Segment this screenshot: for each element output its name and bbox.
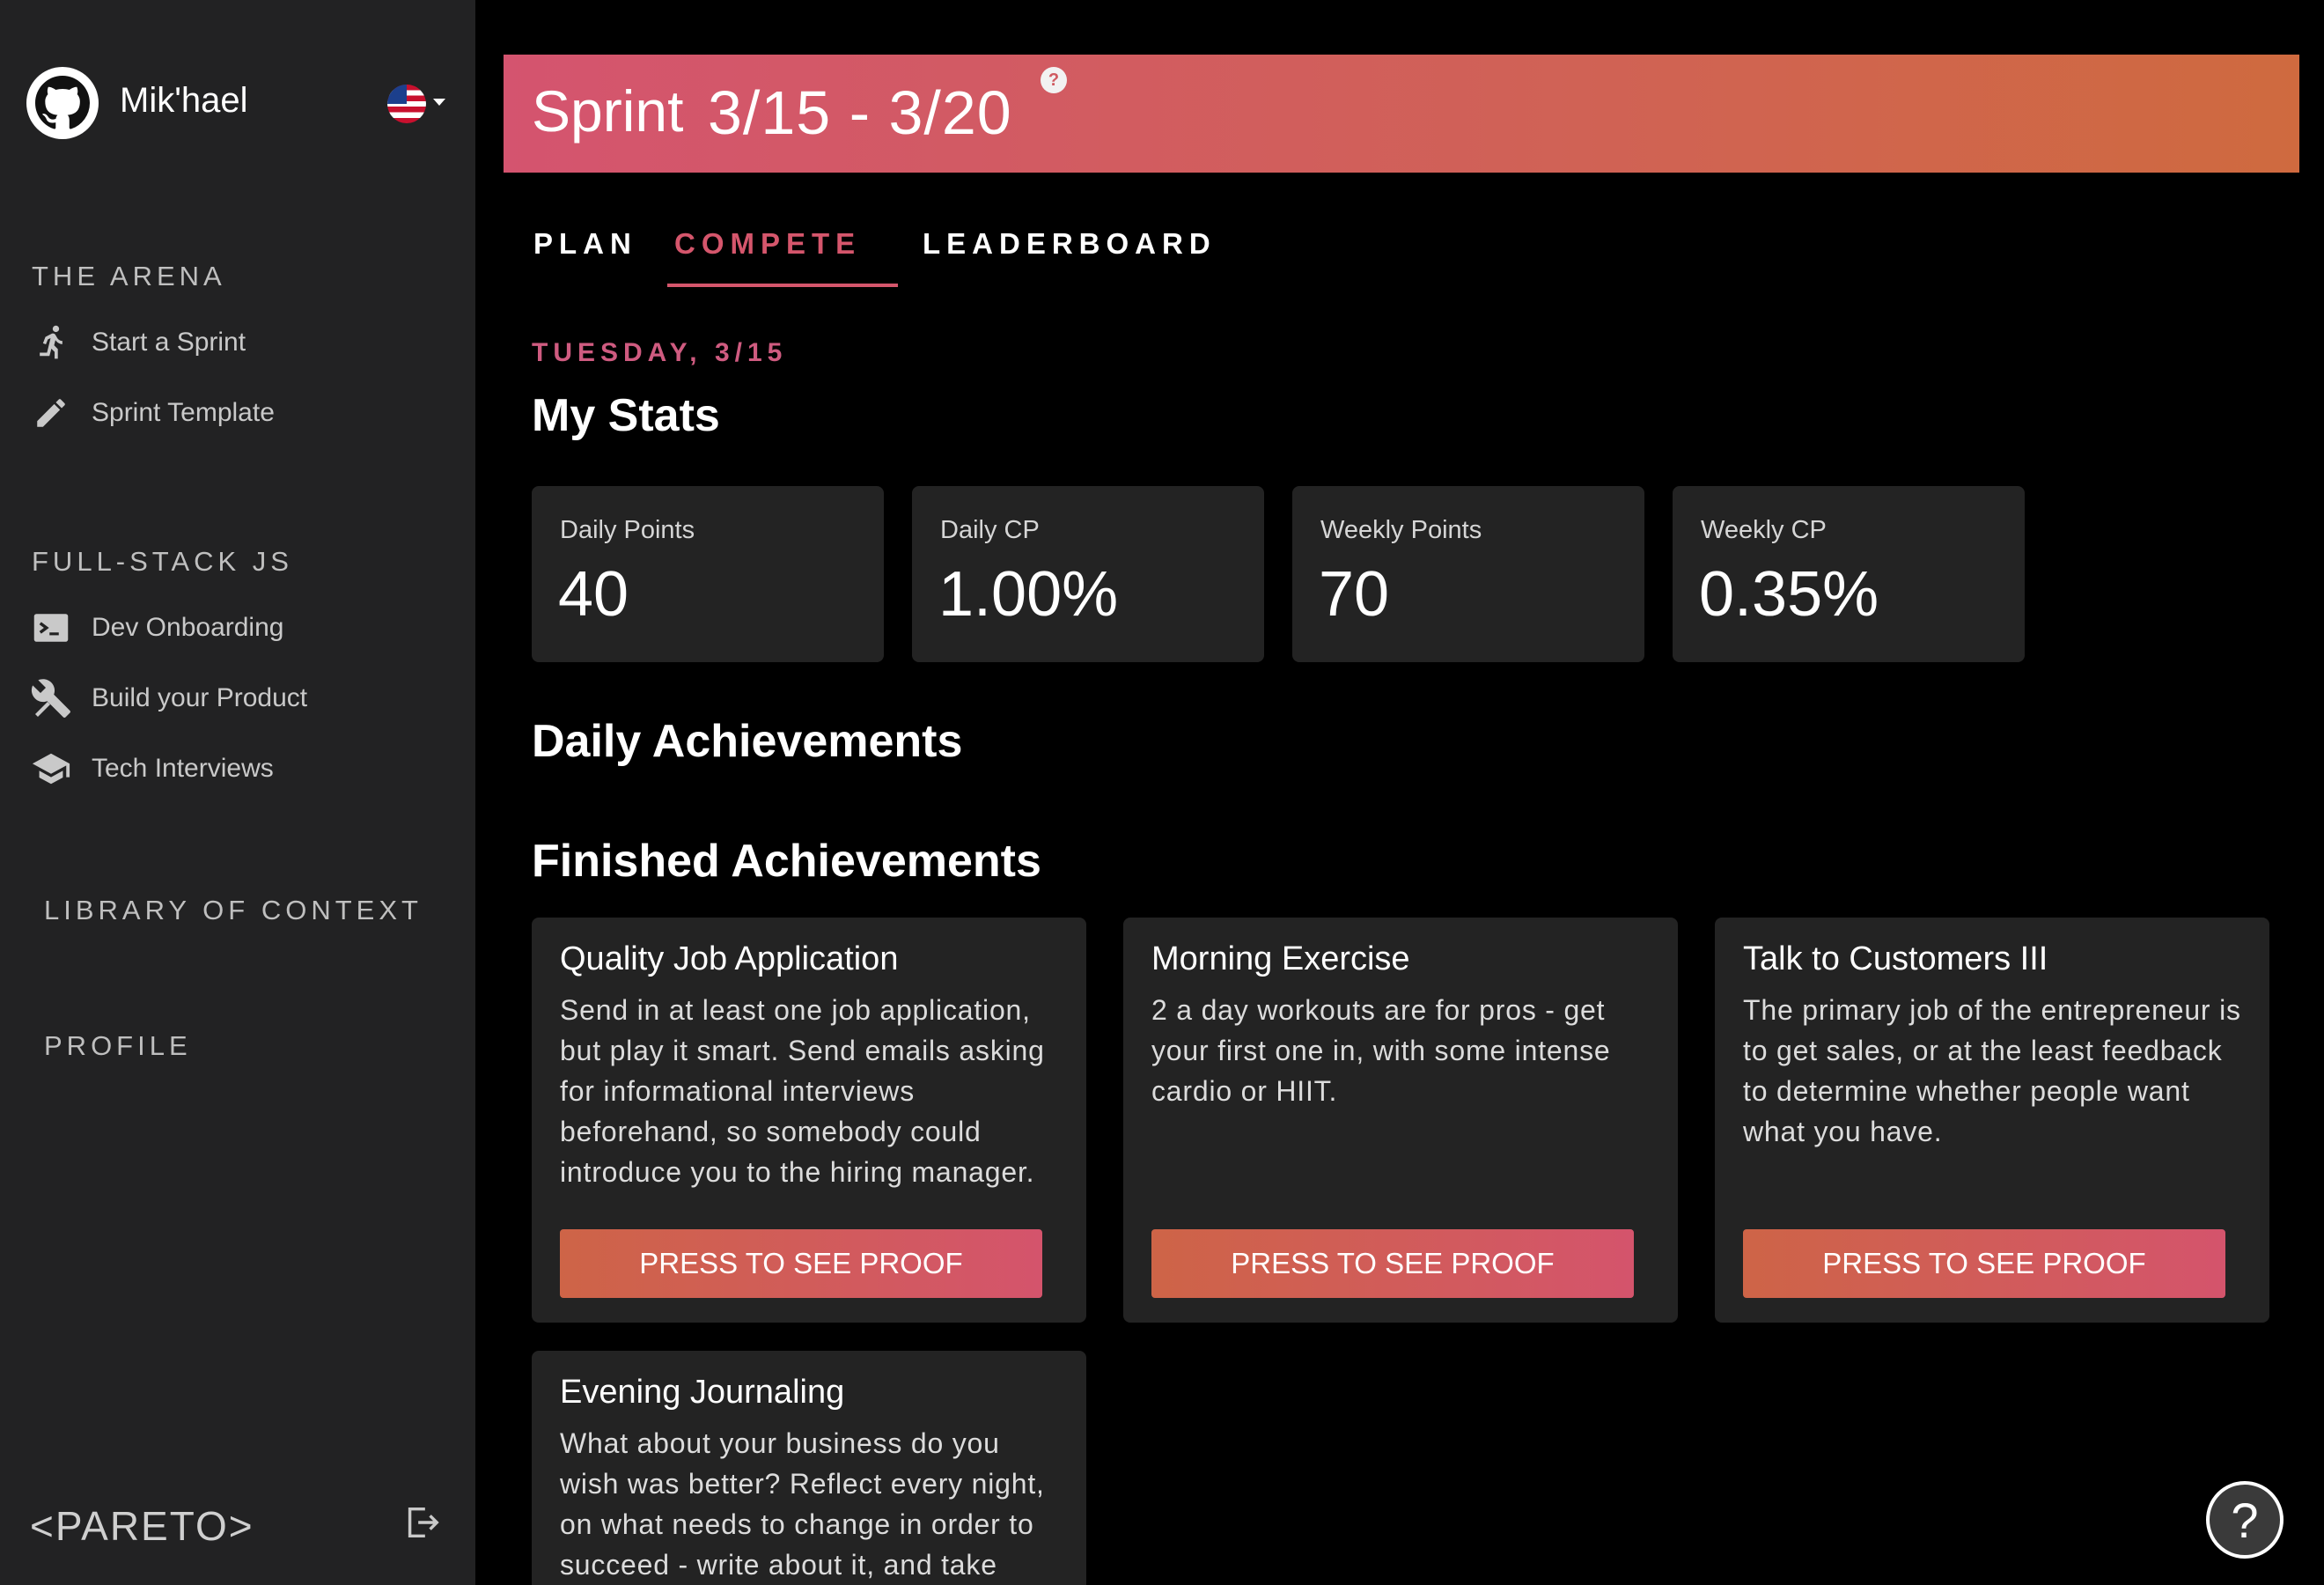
tab-bar: PLAN COMPETE LEADERBOARD xyxy=(533,220,1414,287)
section-title-the-arena: THE ARENA xyxy=(32,261,226,291)
sidebar-item-label: Start a Sprint xyxy=(92,328,246,357)
tab-leaderboard[interactable]: LEADERBOARD xyxy=(923,220,1217,287)
sidebar-item-sprint-template[interactable]: Sprint Template xyxy=(30,389,435,437)
tab-plan[interactable]: PLAN xyxy=(533,220,637,287)
pareto-logo: <PARETO> xyxy=(30,1503,254,1549)
help-button[interactable]: ? xyxy=(2206,1481,2284,1559)
finished-achievements-heading: Finished Achievements xyxy=(532,836,1041,887)
stat-value: 40 xyxy=(558,559,629,630)
sprint-title: Sprint xyxy=(532,78,684,144)
sidebar-item-label: Dev Onboarding xyxy=(92,613,284,642)
stat-label: Daily Points xyxy=(560,516,695,544)
sidebar-item-label: Tech Interviews xyxy=(92,754,274,783)
achievement-title: Quality Job Application xyxy=(560,940,899,977)
achievement-description: The primary job of the entrepreneur is t… xyxy=(1743,994,2241,1147)
sprint-help-icon[interactable]: ? xyxy=(1041,67,1067,93)
sidebar: Mik'hael THE ARENA Start a Sprint Sprint… xyxy=(0,0,475,1585)
achievement-description: Send in at least one job application, bu… xyxy=(560,994,1045,1188)
sidebar-item-library-of-context[interactable]: LIBRARY OF CONTEXT xyxy=(44,895,423,926)
achievement-description: 2 a day workouts are for pros - get your… xyxy=(1151,994,1611,1107)
user-profile[interactable]: Mik'hael xyxy=(26,67,449,141)
pencil-icon xyxy=(30,392,72,434)
username: Mik'hael xyxy=(120,81,248,120)
stat-label: Daily CP xyxy=(940,516,1040,544)
achievement-description: What about your business do you wish was… xyxy=(560,1427,1045,1581)
stat-card-daily-points: Daily Points 40 xyxy=(532,486,884,662)
sidebar-item-profile[interactable]: PROFILE xyxy=(44,1030,192,1062)
stat-card-daily-cp: Daily CP 1.00% xyxy=(912,486,1264,662)
see-proof-button[interactable]: PRESS TO SEE PROOF xyxy=(1743,1229,2225,1298)
sidebar-item-tech-interviews[interactable]: Tech Interviews xyxy=(30,745,435,792)
achievement-card: Talk to Customers III The primary job of… xyxy=(1715,918,2269,1323)
language-selector[interactable] xyxy=(387,83,451,125)
stat-value: 0.35% xyxy=(1699,559,1879,630)
github-icon xyxy=(26,67,99,139)
sprint-dates: 3/15 - 3/20 xyxy=(708,78,1012,147)
tools-icon xyxy=(30,677,72,719)
stat-value: 1.00% xyxy=(938,559,1119,630)
terminal-icon xyxy=(30,607,72,649)
sidebar-item-dev-onboarding[interactable]: Dev Onboarding xyxy=(30,604,435,652)
current-day-label: TUESDAY, 3/15 xyxy=(532,338,788,367)
caret-down-icon xyxy=(433,99,445,106)
graduation-cap-icon xyxy=(30,748,72,790)
sidebar-item-build-your-product[interactable]: Build your Product xyxy=(30,675,435,722)
us-flag-icon xyxy=(387,85,426,123)
achievement-card: Quality Job Application Send in at least… xyxy=(532,918,1086,1323)
achievement-card: Evening Journaling What about your busin… xyxy=(532,1351,1086,1585)
daily-achievements-heading: Daily Achievements xyxy=(532,716,963,767)
sidebar-item-start-a-sprint[interactable]: Start a Sprint xyxy=(30,319,435,366)
stat-card-weekly-cp: Weekly CP 0.35% xyxy=(1673,486,2025,662)
see-proof-button[interactable]: PRESS TO SEE PROOF xyxy=(1151,1229,1634,1298)
sidebar-item-label: Sprint Template xyxy=(92,398,275,427)
stat-label: Weekly CP xyxy=(1701,516,1827,544)
logout-icon[interactable] xyxy=(401,1502,442,1543)
sidebar-item-label: Build your Product xyxy=(92,683,308,712)
achievement-title: Morning Exercise xyxy=(1151,940,1410,977)
sprint-banner: Sprint 3/15 - 3/20 ? xyxy=(504,55,2299,173)
tab-compete[interactable]: COMPETE xyxy=(667,220,898,287)
see-proof-button[interactable]: PRESS TO SEE PROOF xyxy=(560,1229,1042,1298)
section-title-full-stack-js: FULL-STACK JS xyxy=(32,546,293,577)
achievement-card: Morning Exercise 2 a day workouts are fo… xyxy=(1123,918,1678,1323)
stat-card-weekly-points: Weekly Points 70 xyxy=(1292,486,1644,662)
running-icon xyxy=(30,321,72,364)
stat-value: 70 xyxy=(1319,559,1390,630)
achievement-title: Evening Journaling xyxy=(560,1374,845,1411)
my-stats-heading: My Stats xyxy=(532,390,720,441)
achievement-title: Talk to Customers III xyxy=(1743,940,2048,977)
stat-label: Weekly Points xyxy=(1320,516,1482,544)
